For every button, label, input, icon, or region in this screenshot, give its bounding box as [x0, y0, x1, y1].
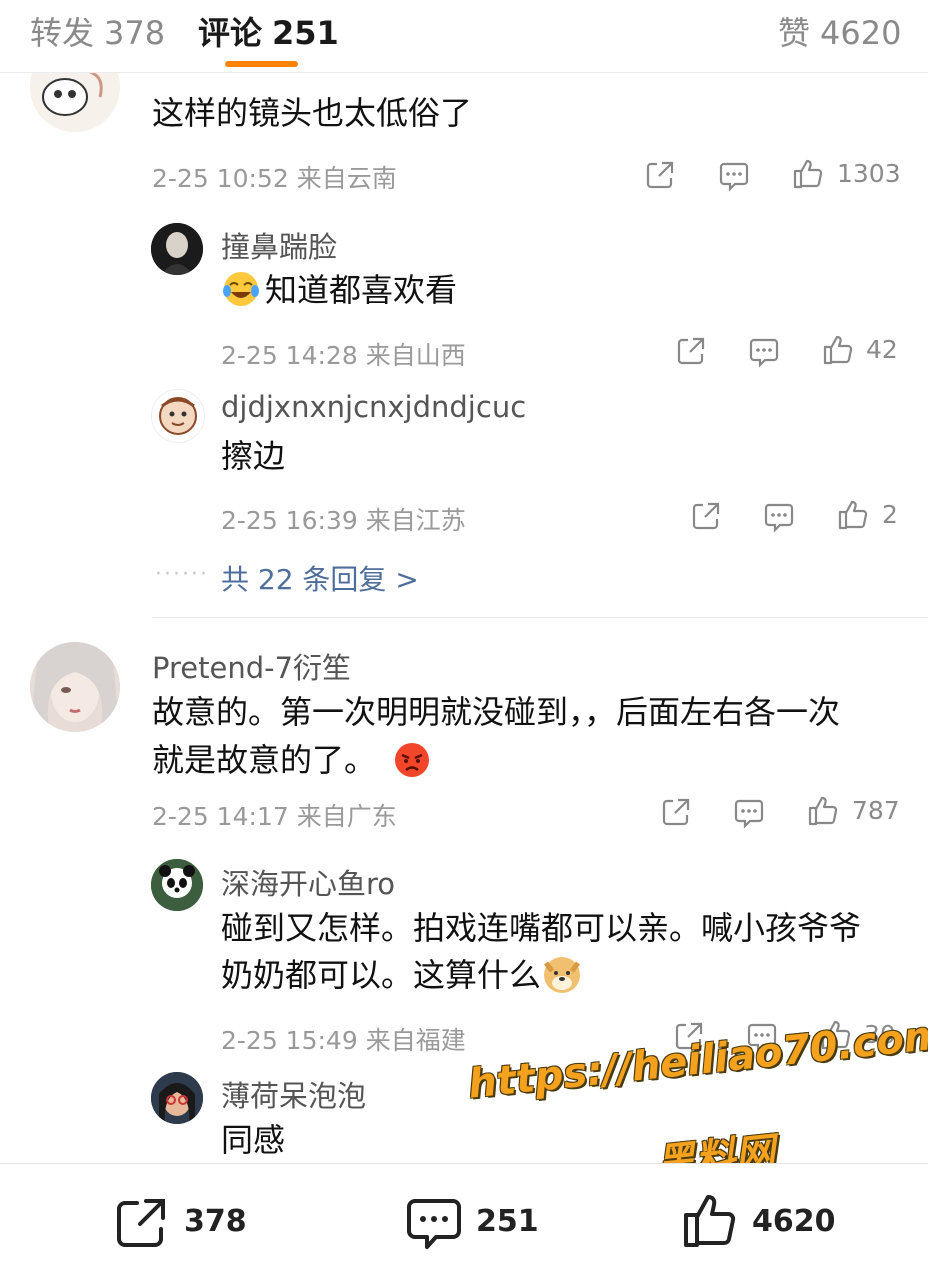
more-replies-link[interactable]: 共 22 条回复 >	[221, 558, 419, 598]
like-icon[interactable]	[682, 1193, 738, 1249]
reply-username[interactable]: 薄荷呆泡泡	[221, 1073, 366, 1115]
share-icon[interactable]	[691, 501, 721, 531]
comment-icon[interactable]	[748, 336, 780, 368]
like-count: 2	[882, 500, 898, 529]
tab-likes-label: 赞	[778, 14, 811, 52]
laughing-crying-emoji-icon	[221, 269, 261, 309]
like-count: 1303	[837, 159, 901, 188]
tab-comments-label: 评论	[198, 14, 263, 52]
comment-meta: 2-25 14:17 来自广东	[152, 797, 397, 833]
tab-likes-count: 4620	[820, 14, 902, 52]
reply-text-line1: 碰到又怎样。拍戏连嘴都可以亲。喊小孩爷爷	[221, 909, 862, 947]
avatar[interactable]	[151, 859, 203, 911]
reply-text-content: 知道都喜欢看	[265, 271, 458, 309]
reply-username[interactable]: 撞鼻踹脸	[221, 224, 337, 266]
reply-location: 来自山西	[365, 341, 466, 370]
comment-text: 这样的镜头也太低俗了	[152, 94, 473, 132]
active-tab-indicator	[225, 61, 298, 67]
reply-meta: 2-25 14:28 来自山西	[221, 336, 466, 372]
reply-time: 2-25 15:49	[221, 1026, 358, 1055]
avatar[interactable]	[151, 223, 203, 275]
reply-text-line2-content: 奶奶都可以。这算什么	[221, 956, 542, 994]
tab-repost-label: 转发	[30, 14, 95, 52]
avatar[interactable]	[30, 642, 120, 732]
reply-text-line2: 奶奶都可以。这算什么	[221, 951, 583, 1000]
like-icon[interactable]	[822, 334, 854, 366]
reply-location: 来自福建	[365, 1026, 466, 1055]
tab-comments-count: 251	[272, 14, 339, 52]
reply-time: 2-25 16:39	[221, 506, 358, 535]
tab-likes[interactable]: 赞 4620	[778, 8, 901, 54]
like-icon[interactable]	[792, 158, 824, 190]
reply-text: 擦边	[221, 437, 286, 475]
bottom-like-count: 4620	[752, 1204, 836, 1239]
angry-emoji-icon	[392, 739, 432, 779]
comment-text-line1: 故意的。第一次明明就没碰到，，后面左右各一次	[152, 693, 841, 731]
like-count: 42	[866, 335, 898, 364]
reply-username[interactable]: djdjxnxnjcnxjdndjcuc	[221, 390, 526, 424]
reply-username[interactable]: 深海开心鱼ro	[221, 861, 395, 903]
tab-bar: 转发 378 评论 251 赞 4620	[0, 0, 928, 73]
comment-meta: 2-25 10:52 来自云南	[152, 159, 397, 195]
like-count: 787	[852, 796, 900, 825]
comment-icon[interactable]	[763, 501, 795, 533]
comment-icon[interactable]	[718, 160, 750, 192]
bottom-comment-count: 251	[476, 1204, 539, 1239]
comment-username[interactable]: Pretend-7衍笙	[152, 645, 351, 687]
like-icon[interactable]	[807, 795, 839, 827]
reply-time: 2-25 14:28	[221, 341, 358, 370]
share-icon[interactable]	[676, 336, 706, 366]
share-icon[interactable]	[115, 1197, 169, 1249]
like-icon[interactable]	[837, 499, 869, 531]
dotted-separator: ······	[155, 562, 209, 587]
comment-text-line2: 就是故意的了。	[152, 736, 432, 785]
comment-icon[interactable]	[733, 797, 765, 829]
comment-location: 来自广东	[296, 802, 397, 831]
divider	[152, 617, 928, 618]
reply-text: 知道都喜欢看	[221, 266, 457, 315]
avatar[interactable]	[151, 1072, 203, 1124]
tab-comments[interactable]: 评论 251	[198, 8, 339, 54]
reply-meta: 2-25 15:49 来自福建	[221, 1021, 466, 1057]
reply-text: 同感	[221, 1121, 286, 1159]
comment-location: 来自云南	[296, 164, 397, 193]
avatar[interactable]	[151, 389, 205, 443]
doge-emoji-icon	[541, 953, 583, 995]
comment-time: 2-25 10:52	[152, 164, 289, 193]
share-icon[interactable]	[645, 160, 675, 190]
bottom-repost-count: 378	[184, 1204, 247, 1239]
reply-meta: 2-25 16:39 来自江苏	[221, 501, 466, 537]
reply-location: 来自江苏	[365, 506, 466, 535]
comment-time: 2-25 14:17	[152, 802, 289, 831]
tab-repost-count: 378	[104, 14, 166, 52]
comment-icon[interactable]	[406, 1197, 462, 1251]
share-icon[interactable]	[661, 797, 691, 827]
tab-repost[interactable]: 转发 378	[30, 8, 165, 54]
comment-text-line2-content: 就是故意的了。	[152, 741, 377, 779]
